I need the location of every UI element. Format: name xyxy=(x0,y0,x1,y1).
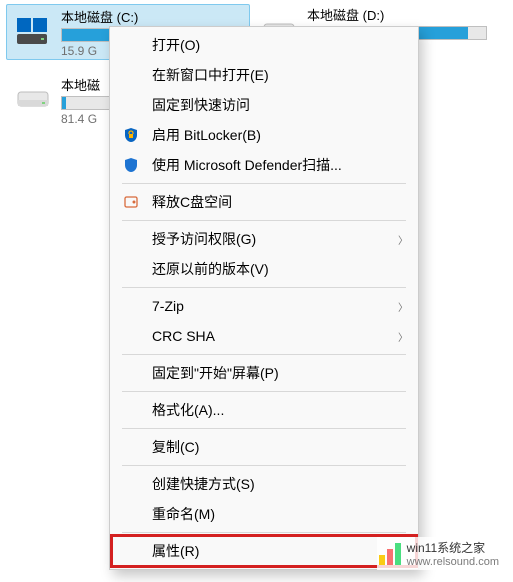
watermark-url: www.relsound.com xyxy=(407,556,499,568)
menu-item-defender-scan[interactable]: 使用 Microsoft Defender扫描... xyxy=(112,150,416,180)
menu-item-free-space-c[interactable]: 释放C盘空间 xyxy=(112,187,416,217)
watermark: win11系统之家 www.relsound.com xyxy=(377,537,501,570)
menu-item-open-new-window[interactable]: 在新窗口中打开(E) xyxy=(112,60,416,90)
separator xyxy=(122,532,406,533)
drive-label: 本地磁盘 (D:) xyxy=(307,5,487,24)
watermark-title: win11系统之家 xyxy=(407,539,499,556)
defender-icon xyxy=(122,156,140,174)
chevron-right-icon: 〉 xyxy=(398,232,408,247)
menu-item-bitlocker[interactable]: 启用 BitLocker(B) xyxy=(112,120,416,150)
menu-item-grant-access[interactable]: 授予访问权限(G) 〉 xyxy=(112,224,416,254)
hdd-drive-icon xyxy=(15,80,55,120)
drive-label: 本地磁盘 (C:) xyxy=(61,7,241,26)
menu-item-pin-start[interactable]: 固定到"开始"屏幕(P) xyxy=(112,358,416,388)
menu-item-format[interactable]: 格式化(A)... xyxy=(112,395,416,425)
menu-item-pin-quick-access[interactable]: 固定到快速访问 xyxy=(112,90,416,120)
separator xyxy=(122,220,406,221)
menu-item-create-shortcut[interactable]: 创建快捷方式(S) xyxy=(112,469,416,499)
bitlocker-icon xyxy=(122,126,140,144)
menu-item-restore-previous[interactable]: 还原以前的版本(V) xyxy=(112,254,416,284)
menu-item-7zip[interactable]: 7-Zip 〉 xyxy=(112,291,416,321)
separator xyxy=(122,287,406,288)
os-drive-icon xyxy=(15,12,55,52)
drive-context-menu: 打开(O) 在新窗口中打开(E) 固定到快速访问 启用 BitLocker(B)… xyxy=(109,26,419,570)
menu-item-copy[interactable]: 复制(C) xyxy=(112,432,416,462)
cleanup-icon xyxy=(122,193,140,211)
separator xyxy=(122,183,406,184)
separator xyxy=(122,428,406,429)
menu-item-rename[interactable]: 重命名(M) xyxy=(112,499,416,529)
separator xyxy=(122,354,406,355)
separator xyxy=(122,465,406,466)
menu-item-open[interactable]: 打开(O) xyxy=(112,30,416,60)
chevron-right-icon: 〉 xyxy=(398,329,408,344)
separator xyxy=(122,391,406,392)
watermark-logo-icon xyxy=(379,543,401,565)
menu-item-crc-sha[interactable]: CRC SHA 〉 xyxy=(112,321,416,351)
menu-item-properties[interactable]: 属性(R) xyxy=(112,536,416,566)
chevron-right-icon: 〉 xyxy=(398,299,408,314)
